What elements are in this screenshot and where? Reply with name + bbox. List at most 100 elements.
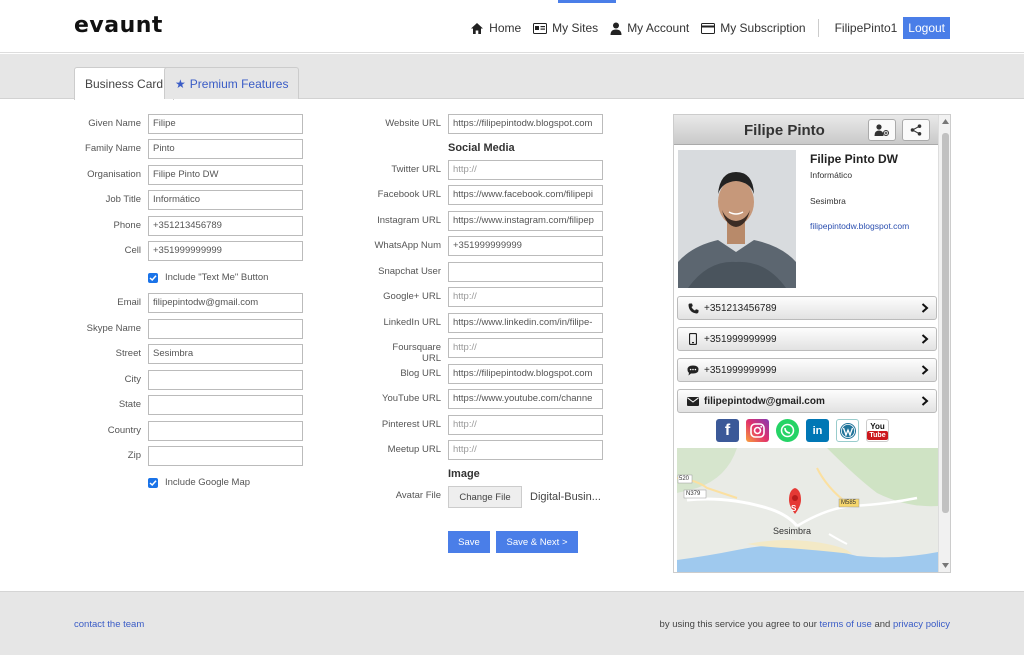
nav-divider bbox=[817, 19, 819, 37]
facebook-icon[interactable]: f bbox=[716, 419, 739, 442]
contact-team-link[interactable]: contact the team bbox=[74, 619, 144, 630]
preview-title: Filipe Pinto bbox=[744, 122, 825, 139]
preview-scrollbar[interactable] bbox=[938, 115, 950, 572]
nav-home[interactable]: Home bbox=[470, 21, 521, 35]
instagram-icon[interactable] bbox=[746, 419, 769, 442]
whatsapp-input[interactable]: +351999999999 bbox=[448, 236, 603, 256]
preview-header: Filipe Pinto bbox=[674, 115, 938, 145]
zip-input[interactable] bbox=[148, 446, 303, 466]
twitter-input[interactable]: http:// bbox=[448, 160, 603, 180]
tab-business-card-label: Business Card bbox=[85, 77, 164, 91]
job-title-label: Job Title bbox=[105, 194, 141, 205]
share-button[interactable] bbox=[902, 119, 930, 141]
change-file-button[interactable]: Change File bbox=[448, 486, 522, 508]
nav-my-subscription[interactable]: My Subscription bbox=[701, 21, 806, 35]
nav-my-account[interactable]: My Account bbox=[610, 21, 689, 35]
terms-of-use-link[interactable]: terms of use bbox=[820, 619, 872, 630]
meetup-input[interactable]: http:// bbox=[448, 440, 603, 460]
text-me-checkbox[interactable] bbox=[148, 272, 158, 283]
share-icon bbox=[910, 124, 922, 136]
pinterest-input[interactable]: http:// bbox=[448, 415, 603, 435]
footer-agree-text: by using this service you agree to our bbox=[659, 619, 817, 630]
avatar-label: Avatar File bbox=[395, 490, 441, 501]
country-input[interactable] bbox=[148, 421, 303, 441]
google-map[interactable]: S Sesimbra 520 N379 M585 bbox=[677, 448, 938, 572]
chevron-right-icon bbox=[921, 365, 929, 375]
nav-my-sites[interactable]: My Sites bbox=[533, 21, 598, 35]
text-me-label: Include "Text Me" Button bbox=[165, 272, 269, 283]
instagram-input[interactable]: https://www.instagram.com/filipep bbox=[448, 211, 603, 231]
cell-input[interactable]: +351999999999 bbox=[148, 241, 303, 261]
family-name-input[interactable]: Pinto bbox=[148, 139, 303, 159]
youtube-text-bottom: Tube bbox=[867, 430, 888, 440]
preview-website-link[interactable]: filipepintodw.blogspot.com bbox=[810, 221, 909, 231]
preview-phone-row[interactable]: +351213456789 bbox=[677, 296, 937, 320]
avatar-photo bbox=[678, 150, 796, 288]
checkmark-icon bbox=[149, 479, 157, 486]
blog-input[interactable]: https://filipepintodw.blogspot.com bbox=[448, 364, 603, 384]
instagram-label: Instagram URL bbox=[377, 215, 441, 226]
user-icon bbox=[610, 22, 622, 35]
main-nav: Home My Sites My Account My Subscription… bbox=[458, 16, 950, 40]
website-input[interactable]: https://filipepintodw.blogspot.com bbox=[448, 114, 603, 134]
state-input[interactable] bbox=[148, 395, 303, 415]
organisation-input[interactable]: Filipe Pinto DW bbox=[148, 165, 303, 185]
evaunt-logo[interactable]: evaunt bbox=[74, 13, 163, 38]
scroll-up-icon[interactable] bbox=[942, 119, 949, 124]
youtube-input[interactable]: https://www.youtube.com/channe bbox=[448, 389, 603, 409]
whatsapp-label: WhatsApp Num bbox=[374, 240, 441, 251]
youtube-label: YouTube URL bbox=[382, 393, 441, 404]
street-input[interactable]: Sesimbra bbox=[148, 344, 303, 364]
wordpress-icon[interactable] bbox=[836, 419, 859, 442]
scrollbar-thumb[interactable] bbox=[942, 133, 949, 513]
star-icon: ★ bbox=[175, 76, 186, 91]
username-label[interactable]: FilipePinto1 bbox=[835, 21, 898, 35]
text-me-checkbox-row[interactable]: Include "Text Me" Button bbox=[148, 272, 268, 283]
save-next-button[interactable]: Save & Next > bbox=[496, 531, 578, 553]
skype-input[interactable] bbox=[148, 319, 303, 339]
job-title-input[interactable]: Informático bbox=[148, 190, 303, 210]
active-nav-indicator bbox=[558, 0, 616, 3]
privacy-policy-link[interactable]: privacy policy bbox=[893, 619, 950, 630]
preview-email: filipepintodw@gmail.com bbox=[704, 395, 825, 407]
logout-button[interactable]: Logout bbox=[903, 17, 950, 39]
preview-full-name: Filipe Pinto DW bbox=[810, 152, 898, 166]
nav-my-sites-label: My Sites bbox=[552, 21, 599, 35]
scroll-down-icon[interactable] bbox=[942, 563, 949, 568]
image-heading: Image bbox=[448, 468, 480, 480]
facebook-input[interactable]: https://www.facebook.com/filipepi bbox=[448, 185, 603, 205]
whatsapp-icon[interactable] bbox=[776, 419, 799, 442]
tab-business-card[interactable]: Business Card bbox=[74, 67, 175, 100]
youtube-icon[interactable]: You Tube bbox=[866, 419, 889, 442]
google-map-checkbox[interactable] bbox=[148, 477, 158, 488]
linkedin-label: LinkedIn URL bbox=[383, 317, 441, 328]
given-name-input[interactable]: Filipe bbox=[148, 114, 303, 134]
social-media-heading: Social Media bbox=[448, 142, 515, 154]
snapchat-input[interactable] bbox=[448, 262, 603, 282]
checkmark-icon bbox=[149, 274, 157, 281]
city-label: City bbox=[124, 374, 141, 385]
preview-text-row[interactable]: +351999999999 bbox=[677, 358, 937, 382]
phone-label: Phone bbox=[113, 220, 141, 231]
social-icons-row: f in You Tube bbox=[716, 419, 896, 442]
email-input[interactable]: filipepintodw@gmail.com bbox=[148, 293, 303, 313]
preview-email-row[interactable]: filipepintodw@gmail.com bbox=[677, 389, 937, 413]
linkedin-icon[interactable]: in bbox=[806, 419, 829, 442]
facebook-letter: f bbox=[724, 421, 731, 439]
foursquare-input[interactable]: http:// bbox=[448, 338, 603, 358]
given-name-label: Given Name bbox=[88, 118, 141, 129]
preview-cell: +351999999999 bbox=[704, 333, 777, 345]
googleplus-input[interactable]: http:// bbox=[448, 287, 603, 307]
nav-my-subscription-label: My Subscription bbox=[720, 21, 806, 35]
city-input[interactable] bbox=[148, 370, 303, 390]
credit-card-icon bbox=[701, 22, 716, 34]
family-name-label: Family Name bbox=[85, 143, 141, 154]
tab-premium-features[interactable]: ★ Premium Features bbox=[164, 67, 300, 99]
id-card-icon bbox=[533, 22, 548, 34]
save-button[interactable]: Save bbox=[448, 531, 490, 553]
linkedin-input[interactable]: https://www.linkedin.com/in/filipe- bbox=[448, 313, 603, 333]
add-contact-button[interactable] bbox=[868, 119, 896, 141]
phone-input[interactable]: +351213456789 bbox=[148, 216, 303, 236]
preview-cell-row[interactable]: +351999999999 bbox=[677, 327, 937, 351]
google-map-checkbox-row[interactable]: Include Google Map bbox=[148, 477, 250, 488]
